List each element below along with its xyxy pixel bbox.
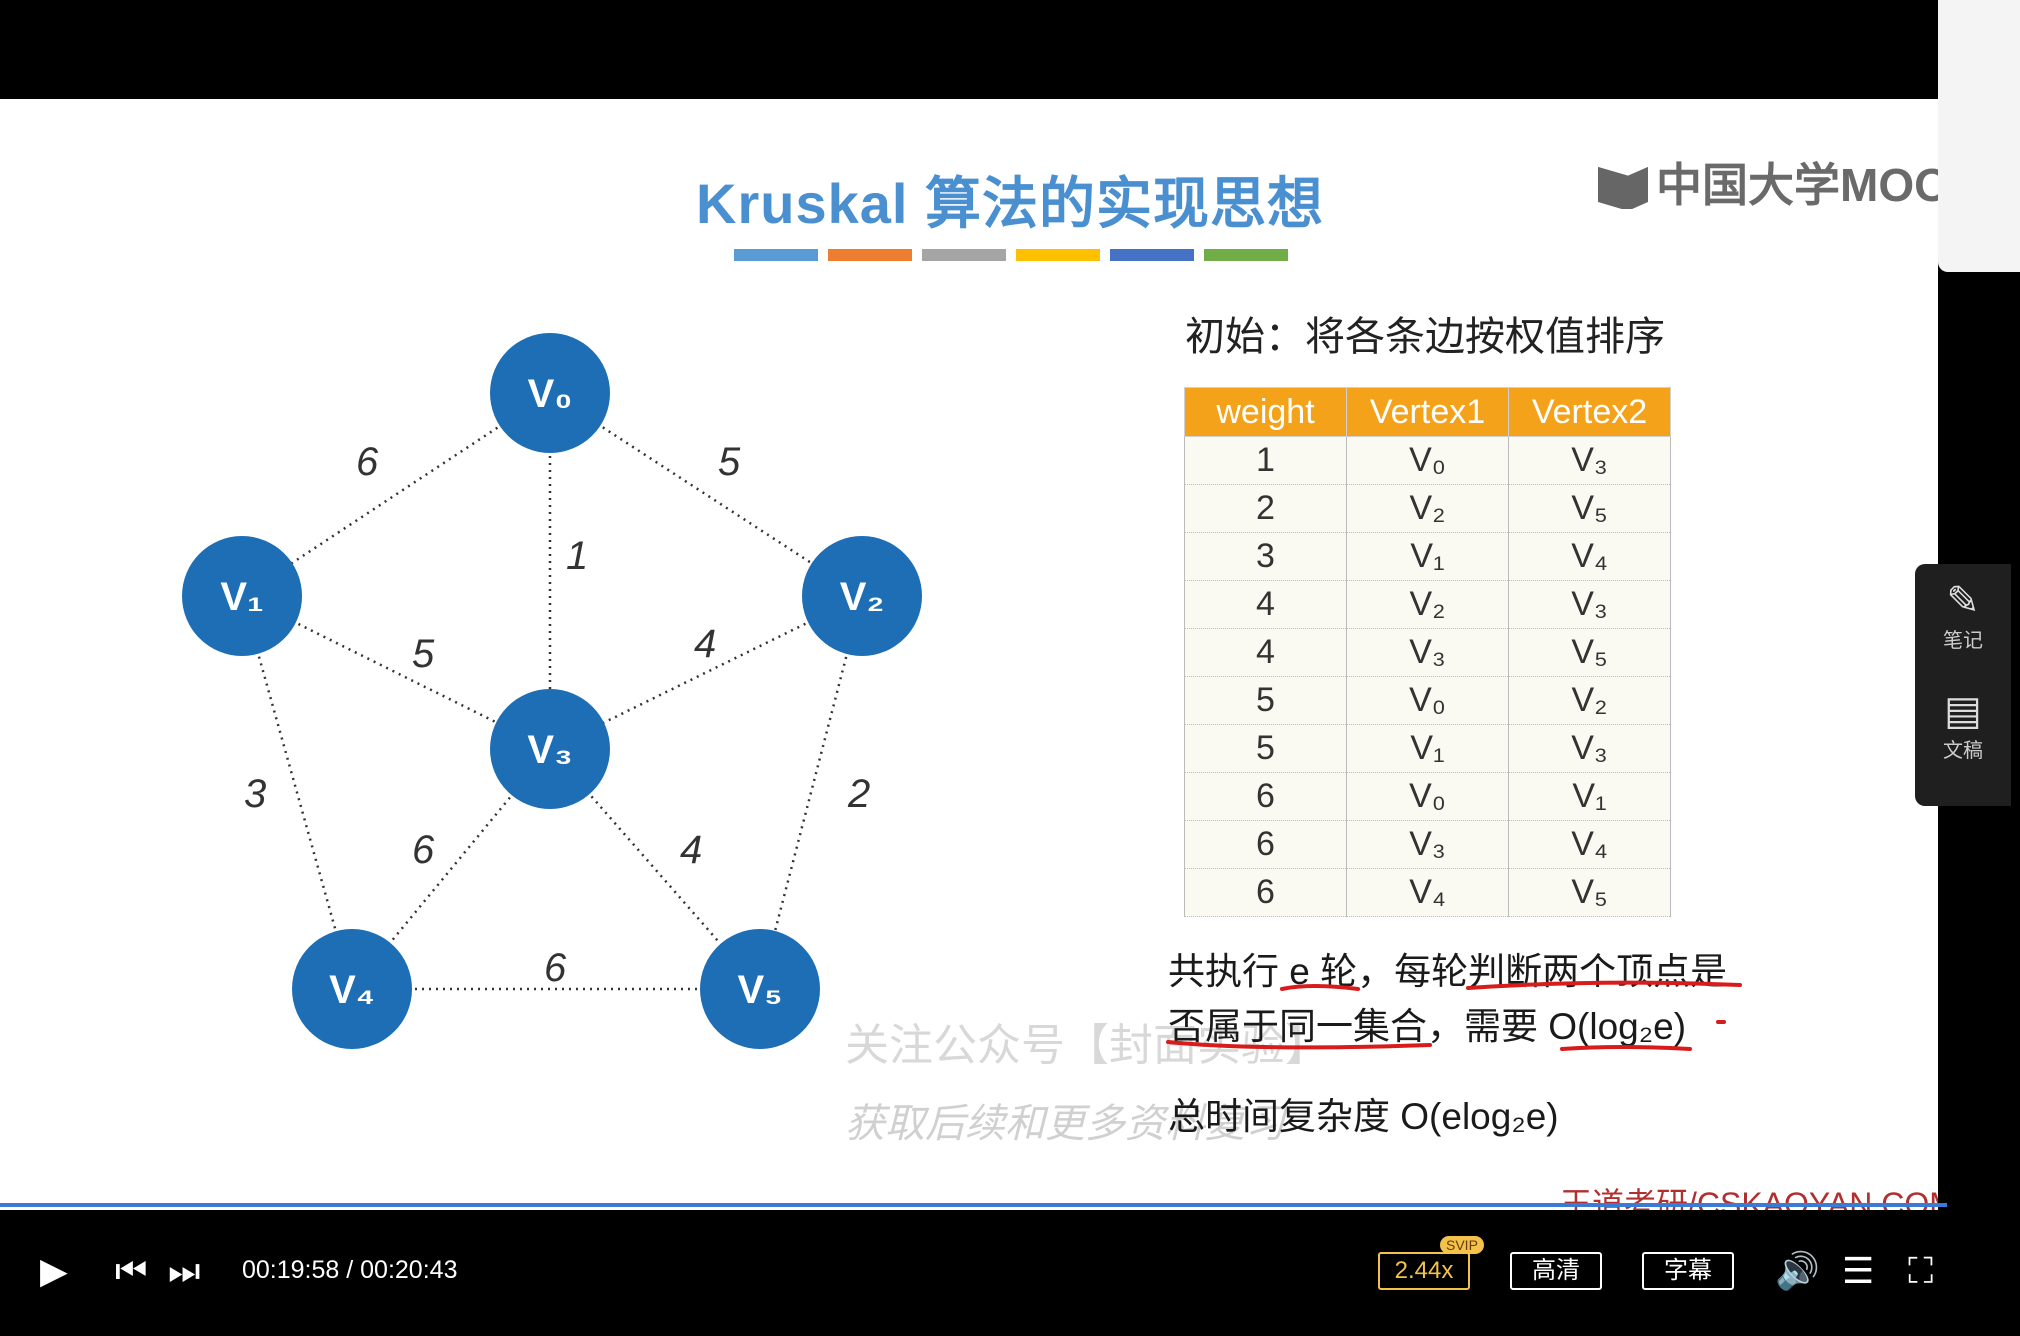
notes-button[interactable]: ✎ 笔记	[1915, 564, 2011, 674]
doc-label: 文稿	[1943, 740, 1983, 762]
slide: Kruskal 算法的实现思想 中国大学MOOC 6 5 1 5 4 3 2 6…	[0, 99, 1938, 1210]
progress-bar[interactable]	[0, 1203, 1948, 1207]
time-display: 00:19:58 / 00:20:43	[242, 1256, 458, 1284]
doc-button[interactable]: ▤ 文稿	[1915, 674, 2011, 784]
playlist-icon[interactable]: ☰	[1842, 1250, 1874, 1292]
notes-label: 笔记	[1943, 630, 1983, 652]
player-controls: ▶ ⏮ ⏭ 00:19:58 / 00:20:43 SVIP 2.44x 高清 …	[0, 1236, 2020, 1336]
speed-button[interactable]: 2.44x	[1378, 1252, 1470, 1290]
document-icon: ▤	[1944, 689, 1982, 733]
subtitle-button[interactable]: 字幕	[1642, 1252, 1734, 1290]
quality-button[interactable]: 高清	[1510, 1252, 1602, 1290]
handwritten-underlines	[1166, 980, 1742, 1051]
notes-icon: ✎	[1946, 579, 1980, 623]
previous-icon[interactable]: ⏮	[115, 1250, 147, 1293]
side-panel: ✎ 笔记 ▤ 文稿	[1915, 564, 2011, 806]
volume-icon[interactable]: 🔊	[1775, 1250, 1820, 1292]
play-icon[interactable]: ▶	[40, 1250, 68, 1292]
side-card	[1938, 0, 2020, 272]
next-icon[interactable]: ⏭	[168, 1250, 200, 1293]
fullscreen-icon[interactable]: ⛶	[1908, 1250, 1933, 1293]
